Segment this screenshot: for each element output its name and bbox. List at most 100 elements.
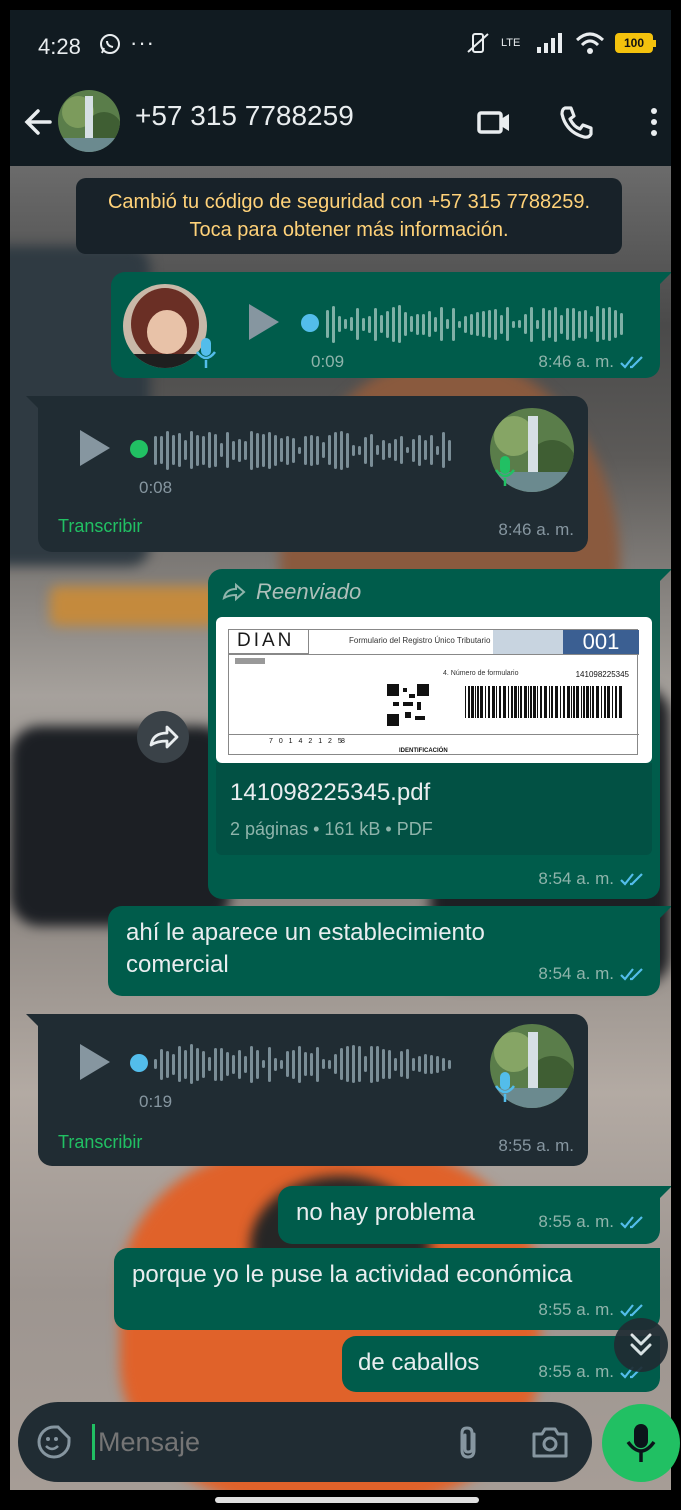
- security-code-notice[interactable]: Cambió tu código de seguridad con +57 31…: [76, 178, 622, 254]
- message-composer: [18, 1402, 592, 1482]
- waveform-bar: [578, 310, 581, 338]
- message-input[interactable]: [98, 1418, 438, 1466]
- voice-record-button[interactable]: [602, 1404, 680, 1482]
- barcode-bar: [471, 686, 474, 718]
- form-number: 001: [563, 630, 639, 654]
- waveform-bar: [400, 1051, 403, 1077]
- waveform-bar: [268, 431, 271, 469]
- playback-position-dot[interactable]: [130, 440, 148, 458]
- waveform-bar: [410, 316, 413, 332]
- transcribe-link[interactable]: Transcribir: [58, 516, 142, 537]
- waveform-bar: [346, 1046, 349, 1082]
- waveform-bar: [548, 310, 551, 338]
- message-time: 8:55 a. m.: [498, 1136, 574, 1155]
- waveform-bar: [560, 314, 563, 334]
- barcode-bar: [496, 686, 497, 718]
- chat-area[interactable]: Cambió tu código de seguridad con +57 31…: [10, 166, 671, 1490]
- incoming-voice-message[interactable]: 0:08 Transcribir 8:46 a. m.: [26, 396, 588, 552]
- waveform-bar: [352, 444, 355, 456]
- emoji-sticker-icon[interactable]: [36, 1424, 72, 1460]
- waveform-bar: [328, 1059, 331, 1069]
- contact-name[interactable]: +57 315 7788259: [135, 100, 354, 132]
- voice-waveform[interactable]: [326, 302, 623, 346]
- chevron-double-down-icon: [630, 1333, 652, 1356]
- waveform-bar: [338, 316, 341, 332]
- play-icon[interactable]: [76, 428, 112, 468]
- video-call-icon[interactable]: [475, 102, 515, 142]
- waveform-bar: [328, 435, 331, 465]
- read-ticks-icon: [620, 356, 643, 369]
- waveform-bar: [160, 436, 163, 464]
- barcode-bar: [573, 686, 575, 718]
- transcribe-link[interactable]: Transcribir: [58, 1132, 142, 1153]
- waveform-bar: [280, 1059, 283, 1069]
- attach-icon[interactable]: [454, 1424, 484, 1462]
- outgoing-voice-message[interactable]: 0:09 8:46 a. m.: [111, 272, 671, 378]
- waveform-bar: [316, 435, 319, 465]
- back-arrow-icon[interactable]: [20, 102, 56, 142]
- voice-waveform[interactable]: [154, 1042, 451, 1086]
- file-details: 2 páginas • 161 kB • PDF: [230, 819, 433, 839]
- barcode-bar: [586, 686, 589, 718]
- waveform-bar: [412, 438, 415, 462]
- outgoing-document-message[interactable]: Reenviado DIAN Formulario del Registro Ú…: [208, 569, 671, 899]
- barcode-bar: [619, 686, 622, 718]
- waveform-bar: [418, 1056, 421, 1072]
- waveform-bar: [424, 1054, 427, 1074]
- outgoing-text-message[interactable]: porque yo le puse la actividad económica…: [114, 1248, 660, 1330]
- waveform-bar: [494, 308, 497, 340]
- waveform-bar: [482, 311, 485, 337]
- waveform-bar: [620, 313, 623, 335]
- waveform-bar: [406, 447, 409, 453]
- message-time: 8:54 a. m.: [538, 964, 614, 983]
- outgoing-text-message[interactable]: no hay problema 8:55 a. m.: [278, 1186, 671, 1244]
- barcode-bar: [592, 686, 594, 718]
- waveform-bar: [340, 430, 343, 470]
- waveform-bar: [608, 307, 611, 341]
- mic-icon: [495, 456, 515, 486]
- outgoing-text-message[interactable]: de caballos 8:55 a. m.: [342, 1336, 660, 1392]
- waveform-bar: [596, 306, 599, 342]
- more-vert-icon[interactable]: [634, 102, 674, 142]
- outgoing-text-message[interactable]: ahí le aparece un establecimiento comerc…: [108, 906, 671, 996]
- waveform-bar: [274, 1057, 277, 1071]
- camera-icon[interactable]: [530, 1424, 570, 1460]
- waveform-bar: [446, 319, 449, 329]
- waveform-bar: [226, 432, 229, 468]
- waveform-bar: [310, 1052, 313, 1076]
- barcode-bar: [465, 686, 466, 718]
- barcode-bar: [581, 686, 582, 718]
- barcode-bar: [488, 686, 490, 718]
- phone-icon[interactable]: [556, 102, 596, 142]
- forward-button[interactable]: [137, 711, 189, 763]
- barcode-bar: [518, 686, 519, 718]
- read-ticks-icon: [620, 873, 643, 886]
- waveform-bar: [470, 313, 473, 335]
- barcode-bar: [551, 686, 553, 718]
- form-section: IDENTIFICACIÓN: [399, 748, 448, 754]
- waveform-bar: [326, 310, 329, 338]
- barcode-bar: [549, 686, 550, 718]
- voice-duration: 0:09: [311, 352, 345, 371]
- waveform-bar: [238, 438, 241, 462]
- scroll-to-bottom-button[interactable]: [614, 1318, 668, 1372]
- waveform-bar: [590, 316, 593, 332]
- waveform-bar: [352, 1045, 355, 1083]
- voice-waveform[interactable]: [154, 428, 451, 472]
- contact-avatar[interactable]: [58, 90, 120, 152]
- playback-position-dot[interactable]: [130, 1054, 148, 1072]
- file-info[interactable]: 141098225345.pdf 2 páginas • 161 kB • PD…: [216, 763, 652, 855]
- waveform-bar: [452, 307, 455, 341]
- document-preview[interactable]: DIAN Formulario del Registro Único Tribu…: [216, 617, 652, 763]
- message-text: de caballos: [358, 1349, 480, 1376]
- waveform-bar: [208, 432, 211, 468]
- waveform-bar: [458, 320, 461, 328]
- play-icon[interactable]: [76, 1042, 112, 1082]
- waveform-bar: [184, 1049, 187, 1079]
- barcode-bar: [555, 686, 558, 718]
- playback-position-dot[interactable]: [301, 314, 319, 332]
- barcode-bar: [492, 686, 495, 718]
- play-icon[interactable]: [245, 302, 281, 342]
- incoming-voice-message[interactable]: 0:19 Transcribir 8:55 a. m.: [26, 1014, 588, 1166]
- battery-icon: 100: [615, 33, 656, 53]
